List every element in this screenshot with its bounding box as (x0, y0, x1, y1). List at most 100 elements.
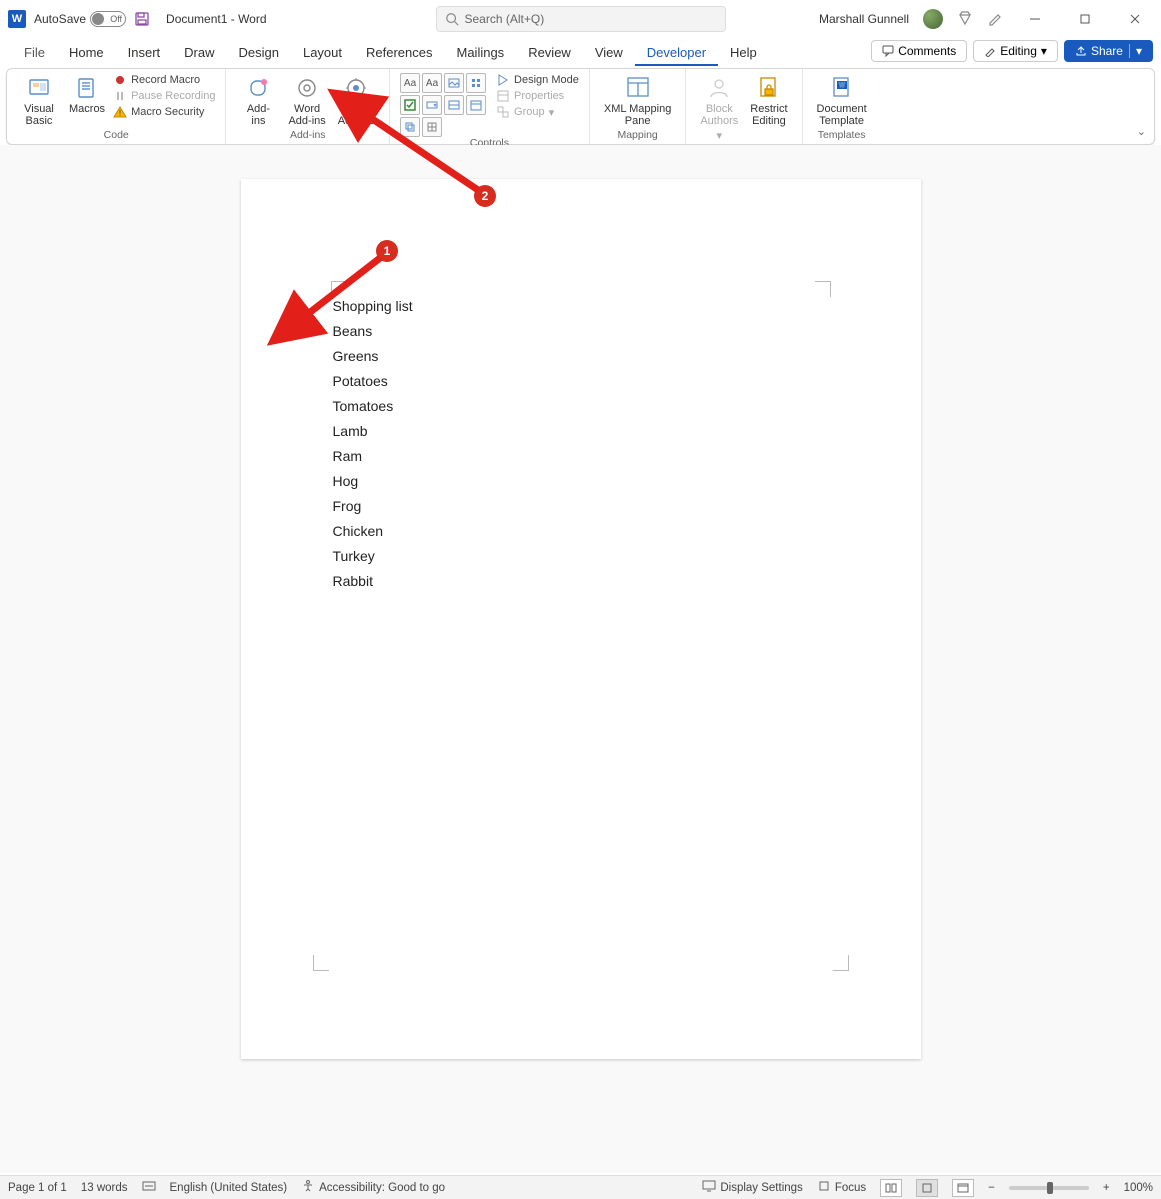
display-settings-icon[interactable] (702, 1179, 716, 1196)
document-template-icon: W (829, 75, 855, 101)
tab-references[interactable]: References (354, 41, 444, 66)
pen-icon[interactable] (987, 10, 1003, 29)
word-addins-button[interactable]: Word Add-ins (284, 73, 329, 129)
web-layout-view[interactable] (952, 1179, 974, 1197)
search-input[interactable]: Search (Alt+Q) (436, 6, 726, 32)
macro-security-button[interactable]: !Macro Security (113, 105, 215, 119)
macros-button[interactable]: Macros (65, 73, 109, 117)
chevron-down-icon: ▾ (549, 106, 555, 119)
comments-button[interactable]: Comments (871, 40, 967, 62)
display-settings-button[interactable]: Display Settings (720, 1182, 802, 1194)
legacy-tools-control[interactable] (422, 117, 442, 137)
chevron-down-icon: ▾ (717, 129, 723, 142)
autosave-switch[interactable]: Off (90, 11, 126, 27)
document-page[interactable]: Shopping list Beans Greens Potatoes Toma… (241, 179, 921, 1059)
tab-file[interactable]: File (12, 41, 57, 66)
accessibility-icon[interactable] (301, 1179, 315, 1196)
word-count[interactable]: 13 words (81, 1182, 128, 1194)
document-workspace: Shopping list Beans Greens Potatoes Toma… (0, 145, 1161, 1173)
building-block-control[interactable] (466, 73, 486, 93)
tab-layout[interactable]: Layout (291, 41, 354, 66)
addins-button[interactable]: Add- ins (236, 73, 280, 129)
group-controls: Aa Aa Design Mode Properties Group ▾ Con… (390, 69, 590, 144)
zoom-slider[interactable] (1009, 1186, 1089, 1190)
record-icon (113, 73, 127, 87)
repeating-section-control[interactable] (400, 117, 420, 137)
group-button: Group ▾ (496, 105, 579, 119)
diamond-icon[interactable] (957, 10, 973, 29)
crop-mark (313, 955, 329, 971)
focus-button[interactable]: Focus (835, 1182, 866, 1194)
document-template-button[interactable]: W Document Template (813, 73, 871, 129)
search-icon (445, 12, 459, 26)
doc-line: Tomatoes (333, 394, 413, 419)
close-button[interactable] (1117, 5, 1153, 33)
chevron-down-icon: ▾ (1129, 44, 1142, 58)
group-addins: Add- ins Word Add-ins COM Add-ins Add-in… (226, 69, 390, 144)
tab-developer[interactable]: Developer (635, 41, 718, 66)
autosave-toggle[interactable]: AutoSave Off (34, 11, 126, 27)
save-icon[interactable] (134, 11, 150, 27)
status-bar: Page 1 of 1 13 words English (United Sta… (0, 1175, 1161, 1199)
ribbon: Visual Basic Macros Record Macro Pause R… (6, 68, 1155, 145)
record-macro-button[interactable]: Record Macro (113, 73, 215, 87)
search-placeholder: Search (Alt+Q) (465, 12, 545, 26)
group-label: Add-ins (290, 129, 326, 143)
annotation-badge-1: 1 (376, 240, 398, 262)
accessibility-status[interactable]: Accessibility: Good to go (319, 1182, 445, 1194)
xml-mapping-button[interactable]: XML Mapping Pane (600, 73, 675, 129)
dropdown-control[interactable] (444, 95, 464, 115)
design-mode-button[interactable]: Design Mode (496, 73, 579, 87)
visual-basic-icon (26, 75, 52, 101)
properties-button: Properties (496, 89, 579, 103)
share-button[interactable]: Share▾ (1064, 40, 1153, 62)
svg-text:W: W (839, 83, 845, 89)
tab-home[interactable]: Home (57, 41, 116, 66)
language-indicator[interactable]: English (United States) (170, 1182, 288, 1194)
read-mode-view[interactable] (880, 1179, 902, 1197)
word-app-icon: W (8, 10, 26, 28)
tab-insert[interactable]: Insert (116, 41, 173, 66)
user-avatar[interactable] (923, 9, 943, 29)
addins-icon (245, 75, 271, 101)
word-addins-icon (294, 75, 320, 101)
tab-review[interactable]: Review (516, 41, 583, 66)
tab-help[interactable]: Help (718, 41, 769, 66)
visual-basic-button[interactable]: Visual Basic (17, 73, 61, 129)
zoom-level[interactable]: 100% (1124, 1182, 1153, 1194)
maximize-button[interactable] (1067, 5, 1103, 33)
print-layout-view[interactable] (916, 1179, 938, 1197)
rich-text-control[interactable]: Aa (400, 73, 420, 93)
macros-icon (74, 75, 100, 101)
group-mapping: XML Mapping Pane Mapping (590, 69, 686, 144)
tab-design[interactable]: Design (227, 41, 291, 66)
tab-draw[interactable]: Draw (172, 41, 226, 66)
page-indicator[interactable]: Page 1 of 1 (8, 1182, 67, 1194)
combo-box-control[interactable] (422, 95, 442, 115)
tab-mailings[interactable]: Mailings (445, 41, 517, 66)
tab-view[interactable]: View (583, 41, 635, 66)
pause-icon (113, 89, 127, 103)
com-addins-button[interactable]: COM Add-ins (334, 73, 379, 129)
collapse-ribbon-button[interactable]: ⌄ (1137, 125, 1146, 138)
doc-line: Hog (333, 469, 413, 494)
crop-mark (833, 955, 849, 971)
group-templates: W Document Template Templates (803, 69, 881, 144)
group-icon (496, 105, 510, 119)
date-picker-control[interactable] (466, 95, 486, 115)
doc-line: Lamb (333, 419, 413, 444)
doc-line: Shopping list (333, 294, 413, 319)
text-predictions-icon[interactable] (142, 1179, 156, 1196)
autosave-label: AutoSave (34, 12, 86, 26)
zoom-in-button[interactable]: + (1103, 1182, 1110, 1194)
restrict-editing-button[interactable]: Restrict Editing (746, 73, 791, 129)
picture-control[interactable] (444, 73, 464, 93)
warning-icon: ! (113, 105, 127, 119)
plain-text-control[interactable]: Aa (422, 73, 442, 93)
editing-button[interactable]: Editing▾ (973, 40, 1058, 62)
focus-icon[interactable] (817, 1179, 831, 1196)
minimize-button[interactable] (1017, 5, 1053, 33)
checkbox-control[interactable] (400, 95, 420, 115)
zoom-out-button[interactable]: − (988, 1182, 995, 1194)
document-body[interactable]: Shopping list Beans Greens Potatoes Toma… (333, 294, 413, 594)
